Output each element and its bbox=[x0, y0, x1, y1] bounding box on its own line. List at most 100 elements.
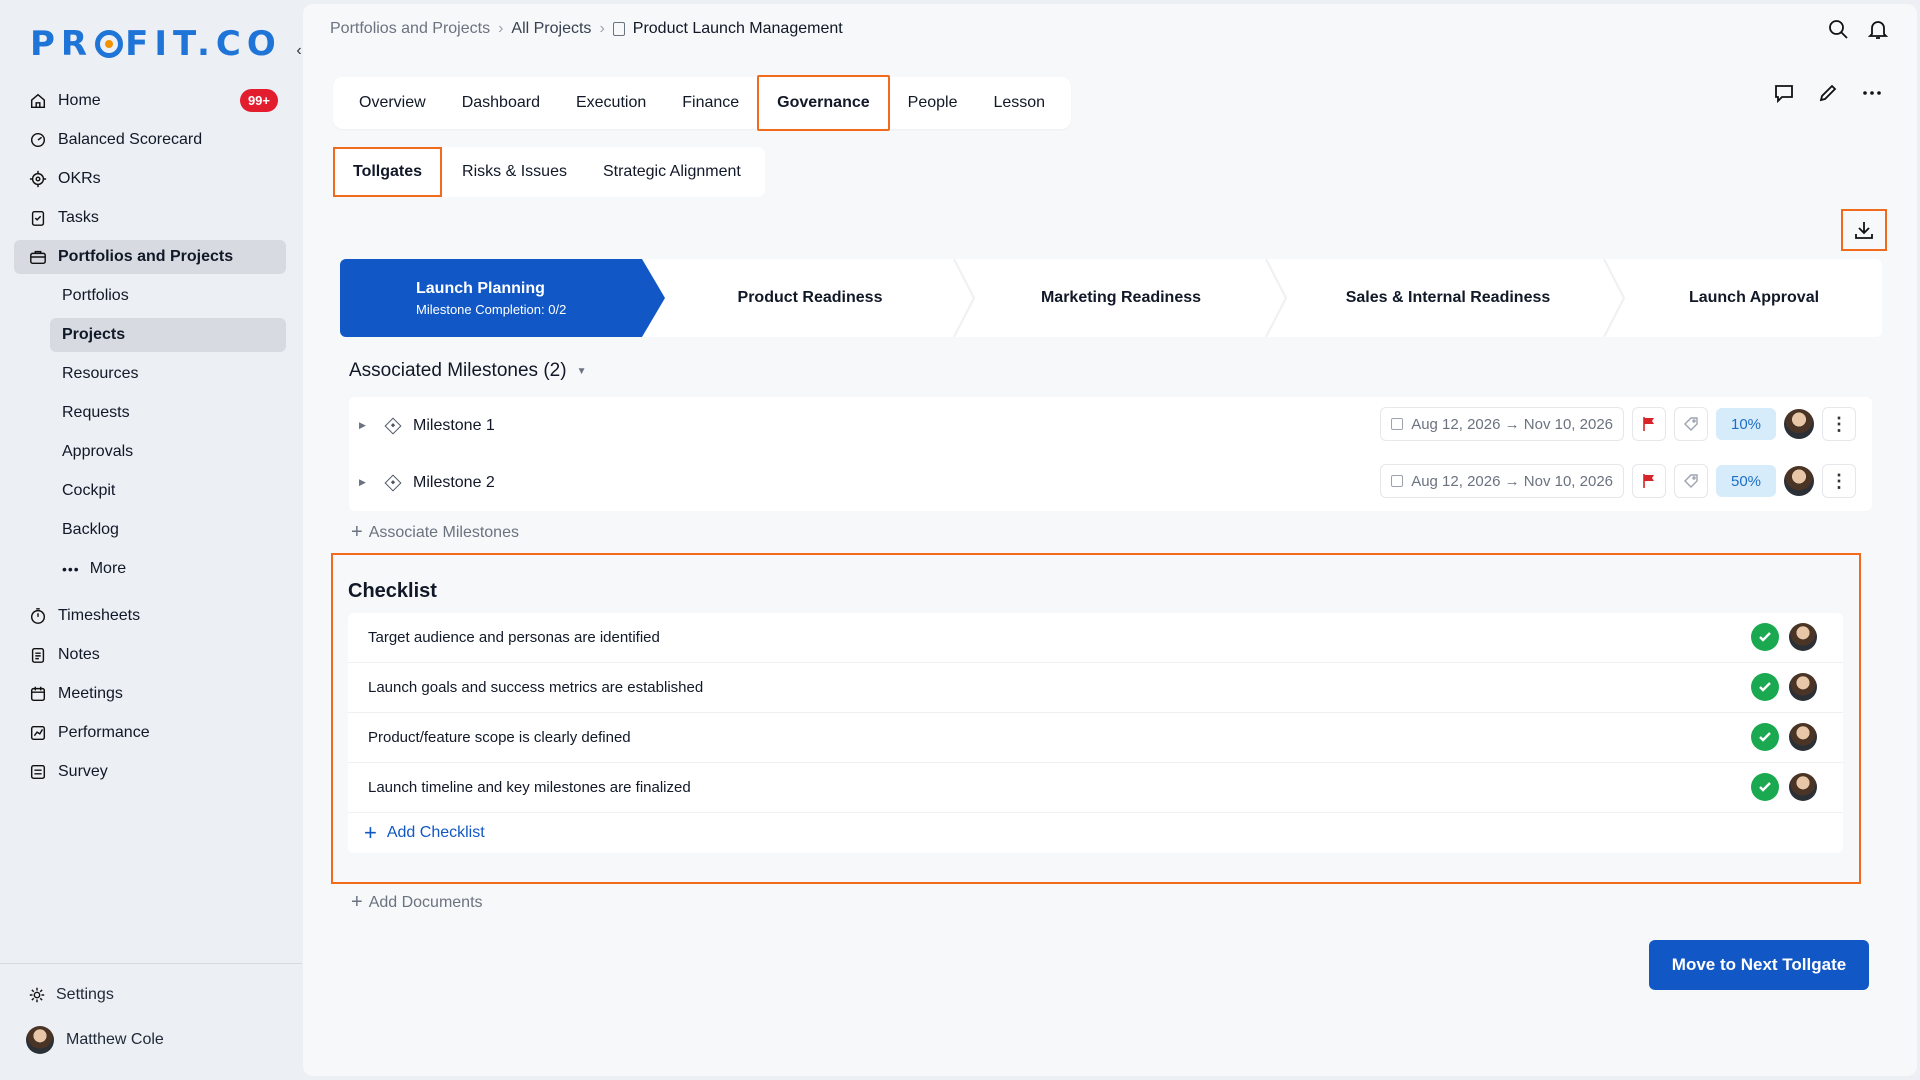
sidebar-item-okrs[interactable]: OKRs bbox=[14, 162, 286, 196]
notes-icon bbox=[28, 645, 48, 665]
plus-icon: + bbox=[351, 521, 363, 543]
checklist-item[interactable]: Launch timeline and key milestones are f… bbox=[348, 763, 1843, 813]
sidebar-item-meetings[interactable]: Meetings bbox=[14, 677, 286, 711]
subtab-risks-issues[interactable]: Risks & Issues bbox=[444, 152, 585, 192]
sidebar-item-timesheets[interactable]: Timesheets bbox=[14, 599, 286, 633]
sidebar-subitem-backlog[interactable]: Backlog bbox=[50, 513, 286, 547]
avatar[interactable] bbox=[1784, 466, 1814, 496]
tollgate-stepper: Launch Planning Milestone Completion: 0/… bbox=[340, 259, 1882, 337]
avatar[interactable] bbox=[1789, 773, 1817, 801]
sidebar-item-home[interactable]: Home 99+ bbox=[14, 84, 286, 118]
tab-lesson[interactable]: Lesson bbox=[975, 83, 1063, 123]
check-icon[interactable] bbox=[1751, 723, 1779, 751]
milestone-completion-text: Milestone Completion: 0/2 bbox=[416, 301, 567, 317]
step-product-readiness[interactable]: Product Readiness bbox=[665, 259, 955, 337]
flag-button[interactable] bbox=[1632, 464, 1666, 498]
list-item[interactable]: ▶ Milestone 2 Aug 12, 2026 → Nov 10, 202… bbox=[349, 454, 1872, 511]
breadcrumb-root[interactable]: Portfolios and Projects bbox=[330, 20, 490, 38]
sidebar-item-balanced-scorecard[interactable]: Balanced Scorecard bbox=[14, 123, 286, 157]
main-tabs: Overview Dashboard Execution Finance Gov… bbox=[333, 75, 1072, 131]
user-profile[interactable]: Matthew Cole bbox=[26, 1026, 164, 1054]
add-documents-link[interactable]: + Add Documents bbox=[351, 891, 483, 914]
sidebar-item-portfolios-and-projects[interactable]: Portfolios and Projects bbox=[14, 240, 286, 274]
tab-overview[interactable]: Overview bbox=[341, 83, 444, 123]
target-icon bbox=[28, 169, 48, 189]
tag-button[interactable] bbox=[1674, 464, 1708, 498]
sidebar-subitem-projects[interactable]: Projects bbox=[50, 318, 286, 352]
sidebar-item-notes[interactable]: Notes bbox=[14, 638, 286, 672]
comment-icon[interactable] bbox=[1773, 82, 1795, 104]
subtab-strategic-alignment[interactable]: Strategic Alignment bbox=[585, 152, 759, 192]
tab-governance[interactable]: Governance bbox=[757, 75, 890, 131]
flag-icon bbox=[1643, 474, 1654, 488]
step-sales-internal-readiness[interactable]: Sales & Internal Readiness bbox=[1288, 259, 1608, 337]
checklist-item[interactable]: Launch goals and success metrics are est… bbox=[348, 663, 1843, 713]
main-content: Portfolios and Projects › All Projects ›… bbox=[303, 4, 1917, 1076]
sidebar-nav: Home 99+ Balanced Scorecard OKRs Tasks P… bbox=[14, 84, 286, 794]
checklist-item[interactable]: Target audience and personas are identif… bbox=[348, 613, 1843, 663]
row-menu-icon[interactable]: ⋮ bbox=[1822, 407, 1856, 441]
home-icon bbox=[28, 91, 48, 111]
search-icon[interactable] bbox=[1827, 18, 1849, 40]
profit-logo[interactable]: PR FIT.CO bbox=[30, 24, 282, 64]
avatar[interactable] bbox=[1789, 723, 1817, 751]
date-range[interactable]: Aug 12, 2026 → Nov 10, 2026 bbox=[1380, 464, 1624, 498]
row-menu-icon[interactable]: ⋮ bbox=[1822, 464, 1856, 498]
avatar[interactable] bbox=[1789, 673, 1817, 701]
sidebar-subitem-more[interactable]: ••• More bbox=[50, 552, 286, 586]
sidebar-item-settings[interactable]: Settings bbox=[28, 986, 114, 1004]
sidebar-item-tasks[interactable]: Tasks bbox=[14, 201, 286, 235]
governance-subtabs: Tollgates Risks & Issues Strategic Align… bbox=[333, 147, 765, 197]
associated-milestones-header[interactable]: Associated Milestones (2) ▼ bbox=[349, 360, 586, 382]
calendar-icon bbox=[1391, 475, 1404, 487]
expand-arrow-icon[interactable]: ▶ bbox=[359, 477, 373, 488]
more-options-icon[interactable] bbox=[1861, 82, 1883, 104]
sidebar-subitem-portfolios[interactable]: Portfolios bbox=[50, 279, 286, 313]
date-range[interactable]: Aug 12, 2026 → Nov 10, 2026 bbox=[1380, 407, 1624, 441]
check-icon[interactable] bbox=[1751, 673, 1779, 701]
sidebar-subitem-resources[interactable]: Resources bbox=[50, 357, 286, 391]
tab-people[interactable]: People bbox=[890, 83, 976, 123]
progress-badge: 10% bbox=[1716, 408, 1776, 440]
sidebar-item-survey[interactable]: Survey bbox=[14, 755, 286, 789]
check-icon[interactable] bbox=[1751, 773, 1779, 801]
sidebar-item-performance[interactable]: Performance bbox=[14, 716, 286, 750]
step-separator-icon bbox=[1603, 259, 1626, 337]
flag-icon bbox=[1643, 417, 1654, 431]
checklist-item[interactable]: Product/feature scope is clearly defined bbox=[348, 713, 1843, 763]
avatar[interactable] bbox=[1784, 409, 1814, 439]
download-button[interactable] bbox=[1841, 209, 1887, 251]
top-actions bbox=[1827, 18, 1889, 40]
step-separator-icon bbox=[1265, 259, 1288, 337]
expand-arrow-icon[interactable]: ▶ bbox=[359, 420, 373, 431]
calendar-icon bbox=[1391, 418, 1404, 430]
edit-icon[interactable] bbox=[1817, 82, 1839, 104]
breadcrumb-all-projects[interactable]: All Projects bbox=[511, 20, 591, 38]
check-icon[interactable] bbox=[1751, 623, 1779, 651]
avatar bbox=[26, 1026, 54, 1054]
tab-dashboard[interactable]: Dashboard bbox=[444, 83, 558, 123]
step-marketing-readiness[interactable]: Marketing Readiness bbox=[976, 259, 1266, 337]
step-launch-planning[interactable]: Launch Planning Milestone Completion: 0/… bbox=[340, 259, 665, 337]
move-to-next-tollgate-button[interactable]: Move to Next Tollgate bbox=[1649, 940, 1869, 990]
chart-icon bbox=[28, 723, 48, 743]
avatar[interactable] bbox=[1789, 623, 1817, 651]
tag-button[interactable] bbox=[1674, 407, 1708, 441]
download-icon bbox=[1855, 222, 1873, 239]
tab-finance[interactable]: Finance bbox=[664, 83, 757, 123]
flag-button[interactable] bbox=[1632, 407, 1666, 441]
sidebar-subitem-requests[interactable]: Requests bbox=[50, 396, 286, 430]
chevron-down-icon: ▼ bbox=[576, 365, 587, 377]
list-item[interactable]: ▶ Milestone 1 Aug 12, 2026 → Nov 10, 202… bbox=[349, 397, 1872, 454]
subtab-tollgates[interactable]: Tollgates bbox=[333, 147, 443, 197]
associate-milestones-link[interactable]: + Associate Milestones bbox=[351, 521, 519, 544]
add-checklist-button[interactable]: + Add Checklist bbox=[348, 813, 1843, 853]
step-launch-approval[interactable]: Launch Approval bbox=[1626, 259, 1882, 337]
gear-icon bbox=[29, 987, 45, 1003]
sidebar-subitem-approvals[interactable]: Approvals bbox=[50, 435, 286, 469]
bell-icon[interactable] bbox=[1867, 18, 1889, 40]
tab-execution[interactable]: Execution bbox=[558, 83, 664, 123]
survey-icon bbox=[28, 762, 48, 782]
sidebar-subitem-cockpit[interactable]: Cockpit bbox=[50, 474, 286, 508]
calendar-icon bbox=[28, 684, 48, 704]
